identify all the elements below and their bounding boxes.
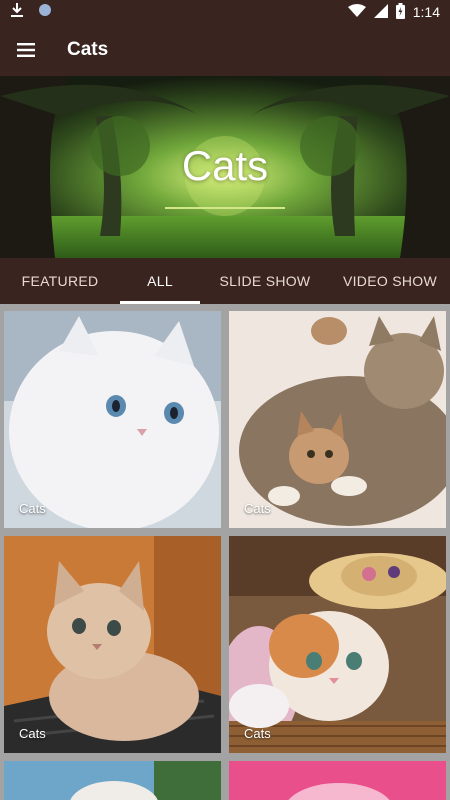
tab-video-show[interactable]: VIDEO SHOW — [330, 258, 450, 304]
tab-slide-show[interactable]: SLIDE SHOW — [200, 258, 330, 304]
kitten-in-straw-hat-image — [229, 536, 446, 753]
hamburger-menu-icon[interactable] — [0, 24, 52, 76]
tabby-cat-with-kittens-image — [229, 311, 446, 528]
app-title: Cats — [67, 39, 109, 60]
tab-featured[interactable]: FEATURED — [0, 258, 120, 304]
image-grid: Cats Cats Cats Cats — [0, 304, 450, 800]
cat-image-partial — [4, 761, 221, 800]
status-bar: 1:14 — [0, 0, 450, 24]
grid-card[interactable]: Cats — [4, 311, 221, 528]
download-icon — [10, 2, 24, 23]
app-bar: Cats — [0, 24, 450, 76]
hero-underline — [165, 207, 285, 209]
kitten-on-keyboard-image — [4, 536, 221, 753]
card-label: Cats — [244, 501, 271, 516]
grid-card[interactable]: Cats — [229, 311, 446, 528]
card-label: Cats — [19, 726, 46, 741]
card-label: Cats — [244, 726, 271, 741]
tab-all[interactable]: ALL — [120, 258, 200, 304]
hero-title: Cats — [181, 142, 269, 189]
card-label: Cats — [19, 501, 46, 516]
grid-card[interactable]: Cats — [229, 536, 446, 753]
circle-notification-icon — [38, 3, 52, 22]
grid-card[interactable] — [4, 761, 221, 800]
white-persian-cat-image — [4, 311, 221, 528]
grid-card[interactable]: Cats — [4, 536, 221, 753]
status-time: 1:14 — [412, 4, 440, 20]
signal-icon — [373, 3, 388, 21]
wifi-icon — [347, 3, 366, 21]
battery-icon — [395, 2, 405, 22]
grid-card[interactable] — [229, 761, 446, 800]
cat-image-partial — [229, 761, 446, 800]
hero-banner: Cats — [0, 76, 450, 258]
tab-bar: FEATURED ALL SLIDE SHOW VIDEO SHOW — [0, 258, 450, 304]
